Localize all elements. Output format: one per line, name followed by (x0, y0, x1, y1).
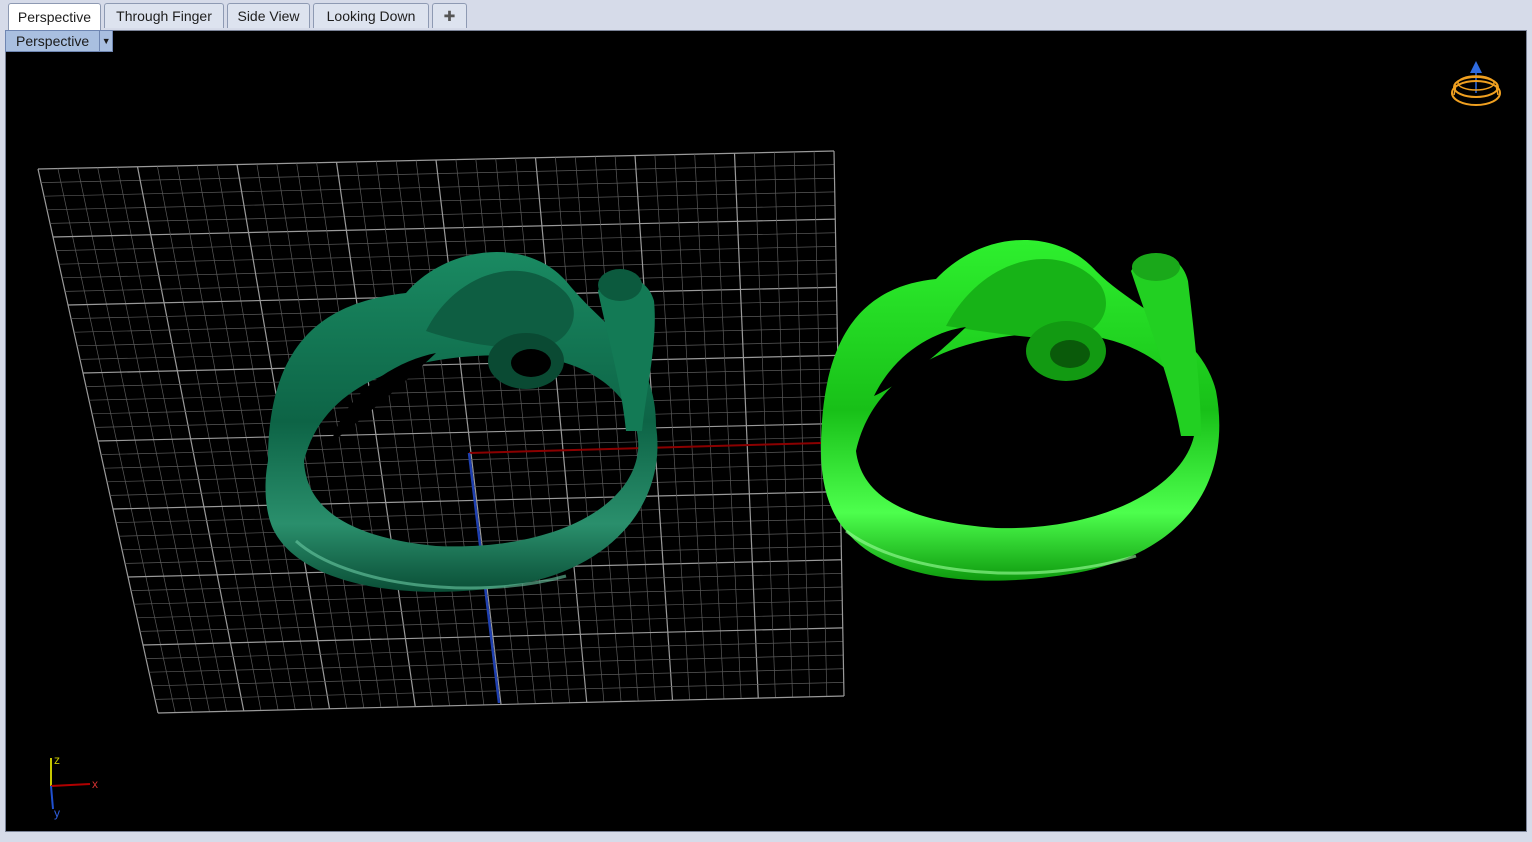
grid-line (157, 695, 845, 714)
tab-perspective[interactable]: Perspective (8, 3, 101, 30)
tab-label: Through Finger (116, 8, 212, 24)
viewport-title-bar[interactable]: Perspective ▼ (5, 30, 114, 52)
new-tab-button[interactable]: ✚ (432, 3, 467, 28)
tab-label: Perspective (17, 9, 92, 25)
viewport-title[interactable]: Perspective (5, 30, 100, 52)
plus-icon: ✚ (443, 7, 456, 24)
ring-model-bright (821, 239, 1220, 581)
construction-grid (37, 150, 845, 714)
tab-label: Looking Down (326, 8, 416, 24)
chevron-down-icon[interactable]: ▼ (99, 30, 114, 52)
viewport-scene: z x y (37, 61, 1501, 820)
tab-looking-down[interactable]: Looking Down (313, 3, 429, 28)
axis-label-z: z (54, 753, 60, 767)
tab-side-view[interactable]: Side View (227, 3, 310, 28)
world-axes-icon: z x y (50, 753, 98, 820)
tab-label: Side View (237, 8, 300, 24)
viewport-tabbar: Perspective Through Finger Side View Loo… (0, 0, 1532, 30)
axis-label-x: x (92, 777, 98, 791)
tab-through-finger[interactable]: Through Finger (104, 3, 224, 28)
window-bottom-edge (0, 832, 1532, 842)
perspective-viewport[interactable]: z x y (5, 30, 1527, 832)
ring-gizmo-icon[interactable] (1451, 61, 1501, 106)
axis-label-y: y (54, 806, 60, 820)
